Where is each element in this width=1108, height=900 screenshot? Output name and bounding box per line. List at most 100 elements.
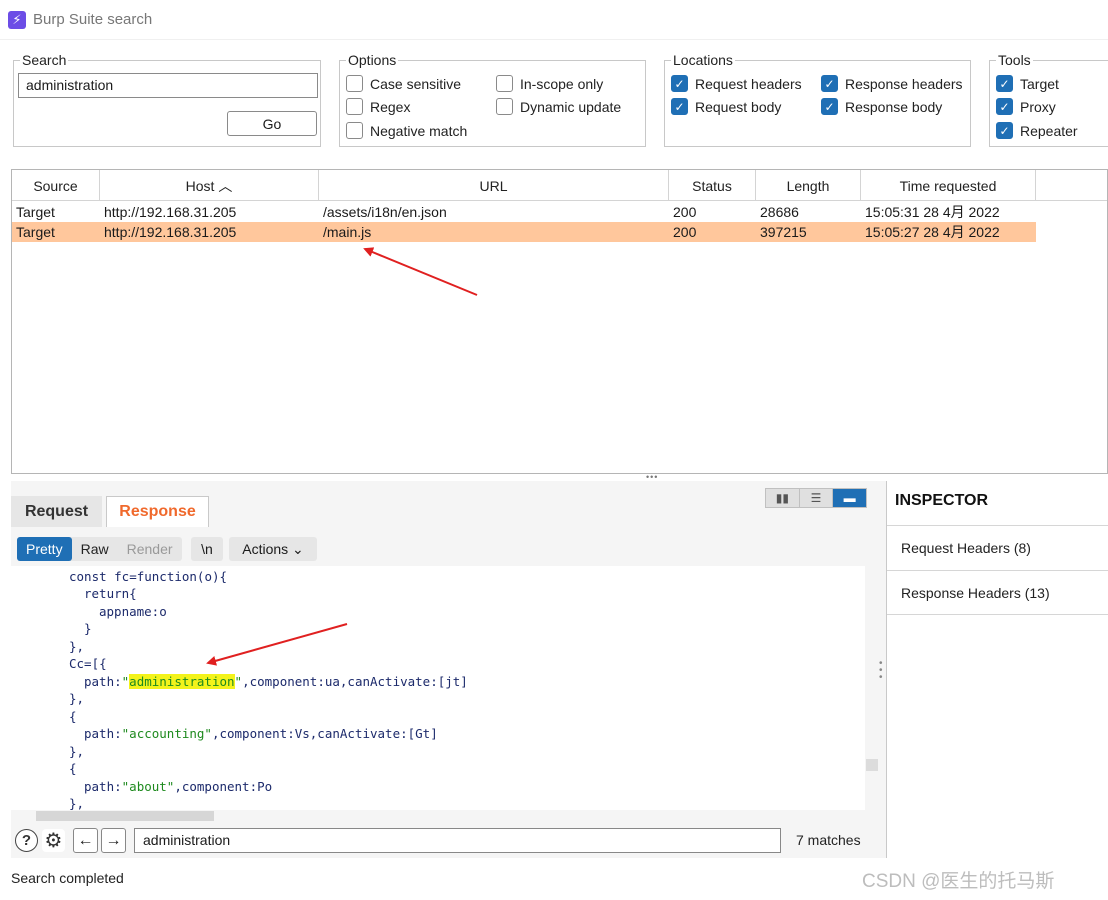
vertical-scrollbar[interactable]: [866, 759, 878, 771]
checkbox-box[interactable]: [496, 98, 513, 115]
code-line: path:"about",component:Po: [84, 778, 272, 796]
target-checkbox[interactable]: ✓ Target: [996, 75, 1059, 92]
previous-match-button[interactable]: ←: [73, 828, 98, 853]
code-line: appname:o: [99, 604, 167, 619]
options-group: Options Case sensitive In-scope only Reg…: [339, 52, 646, 147]
tab-response[interactable]: Response: [106, 496, 209, 527]
checkbox-box[interactable]: [496, 75, 513, 92]
check-icon[interactable]: ✓: [821, 98, 838, 115]
table-row[interactable]: Target http://192.168.31.205 /assets/i18…: [12, 202, 1036, 222]
check-icon[interactable]: ✓: [996, 98, 1013, 115]
help-icon[interactable]: ?: [15, 829, 38, 852]
code-string: "about": [121, 779, 175, 794]
code-line: path:"accounting",component:Vs,canActiva…: [84, 725, 438, 743]
code-token: path:: [84, 674, 122, 689]
code-line: Cc=[{: [69, 656, 107, 671]
table-row-selected[interactable]: Target http://192.168.31.205 /main.js 20…: [12, 222, 1036, 242]
code-line-match: path:"administration",component:ua,canAc…: [84, 673, 468, 691]
tools-group: Tools ✓ Target ✓ Proxy ✓ Repeater: [989, 52, 1108, 147]
search-match-highlight: administration: [129, 674, 235, 689]
negative-match-label: Negative match: [370, 122, 468, 139]
locations-legend: Locations: [671, 52, 735, 68]
pretty-button[interactable]: Pretty: [17, 537, 72, 561]
column-length[interactable]: Length: [756, 170, 861, 201]
next-match-button[interactable]: →: [101, 828, 126, 853]
check-icon[interactable]: ✓: [671, 98, 688, 115]
in-scope-only-checkbox[interactable]: In-scope only: [496, 75, 603, 92]
settings-gear-icon[interactable]: ⚙: [42, 829, 65, 852]
cell-length: 397215: [760, 224, 807, 240]
render-button[interactable]: Render: [118, 537, 182, 561]
column-host[interactable]: Host ︿: [100, 170, 319, 201]
repeater-checkbox[interactable]: ✓ Repeater: [996, 122, 1078, 139]
code-line: },: [69, 744, 85, 759]
case-sensitive-checkbox[interactable]: Case sensitive: [346, 75, 461, 92]
proxy-checkbox[interactable]: ✓ Proxy: [996, 98, 1056, 115]
response-body-checkbox[interactable]: ✓ Response body: [821, 98, 942, 115]
find-input[interactable]: administration: [134, 828, 781, 853]
code-token: ,component:ua,canActivate:[jt]: [242, 674, 468, 689]
response-headers-checkbox[interactable]: ✓ Response headers: [821, 75, 963, 92]
code-line: }: [84, 621, 92, 636]
tab-request[interactable]: Request: [11, 496, 102, 527]
request-headers-label: Request headers: [695, 75, 802, 92]
cell-url: /assets/i18n/en.json: [323, 204, 447, 220]
search-input[interactable]: administration: [18, 73, 318, 98]
check-icon[interactable]: ✓: [671, 75, 688, 92]
request-headers-checkbox[interactable]: ✓ Request headers: [671, 75, 802, 92]
search-group: Search administration Go: [13, 52, 321, 147]
code-line: {: [69, 761, 77, 776]
watermark: CSDN @医生的托马斯: [862, 871, 1055, 892]
code-line: {: [69, 709, 77, 724]
code-line: },: [69, 639, 85, 654]
inspector-response-headers[interactable]: Response Headers (13): [887, 570, 1108, 615]
cell-url: /main.js: [323, 224, 372, 240]
search-legend: Search: [20, 52, 69, 68]
request-body-checkbox[interactable]: ✓ Request body: [671, 98, 781, 115]
code-line: return{: [84, 586, 137, 601]
column-time-requested[interactable]: Time requested: [861, 170, 1036, 201]
raw-button[interactable]: Raw: [72, 537, 118, 561]
stacked-view-icon[interactable]: ☰: [799, 489, 834, 507]
response-headers-label: Response headers: [845, 75, 963, 92]
results-table: Source Host ︿ URL Status Length Time req…: [11, 169, 1108, 474]
match-count: 7 matches: [796, 832, 861, 848]
check-icon[interactable]: ✓: [996, 75, 1013, 92]
status-text: Search completed: [11, 870, 124, 886]
dynamic-update-checkbox[interactable]: Dynamic update: [496, 98, 621, 115]
check-icon[interactable]: ✓: [821, 75, 838, 92]
cell-time: 15:05:27 28 4月 2022: [865, 224, 1000, 240]
column-source[interactable]: Source: [12, 170, 100, 201]
newline-toggle-button[interactable]: \n: [191, 537, 223, 561]
proxy-label: Proxy: [1020, 98, 1056, 115]
layout-toggle: ▮▮ ☰ ▬: [765, 488, 867, 508]
burp-logo-icon: ⚡: [8, 10, 26, 29]
checkbox-box[interactable]: [346, 122, 363, 139]
go-button[interactable]: Go: [227, 111, 317, 136]
regex-checkbox[interactable]: Regex: [346, 98, 410, 115]
negative-match-checkbox[interactable]: Negative match: [346, 122, 467, 139]
format-selector: Pretty Raw Render: [17, 537, 182, 561]
target-label: Target: [1020, 75, 1059, 92]
pane-resize-handle[interactable]: • • •: [879, 659, 883, 683]
column-status[interactable]: Status: [669, 170, 756, 201]
horizontal-scrollbar[interactable]: [36, 811, 214, 821]
in-scope-only-label: In-scope only: [520, 75, 604, 92]
cell-status: 200: [673, 224, 697, 240]
inspector-request-headers[interactable]: Request Headers (8): [887, 525, 1108, 570]
dynamic-update-label: Dynamic update: [520, 98, 622, 115]
options-legend: Options: [346, 52, 399, 68]
checkbox-box[interactable]: [346, 98, 363, 115]
response-code-view[interactable]: const fc=function(o){ return{ appname:o …: [11, 566, 865, 810]
code-line: const fc=function(o){: [69, 569, 228, 584]
checkbox-box[interactable]: [346, 75, 363, 92]
cell-status: 200: [673, 204, 697, 220]
single-view-icon[interactable]: ▬: [833, 489, 867, 507]
check-icon[interactable]: ✓: [996, 122, 1013, 139]
request-body-label: Request body: [695, 98, 782, 115]
title-bar: ⚡ Burp Suite search: [0, 0, 1108, 40]
column-url[interactable]: URL: [319, 170, 669, 201]
split-view-icon[interactable]: ▮▮: [766, 489, 800, 507]
actions-dropdown[interactable]: Actions ⌄: [229, 537, 317, 561]
splitter-handle[interactable]: •••: [646, 473, 664, 482]
